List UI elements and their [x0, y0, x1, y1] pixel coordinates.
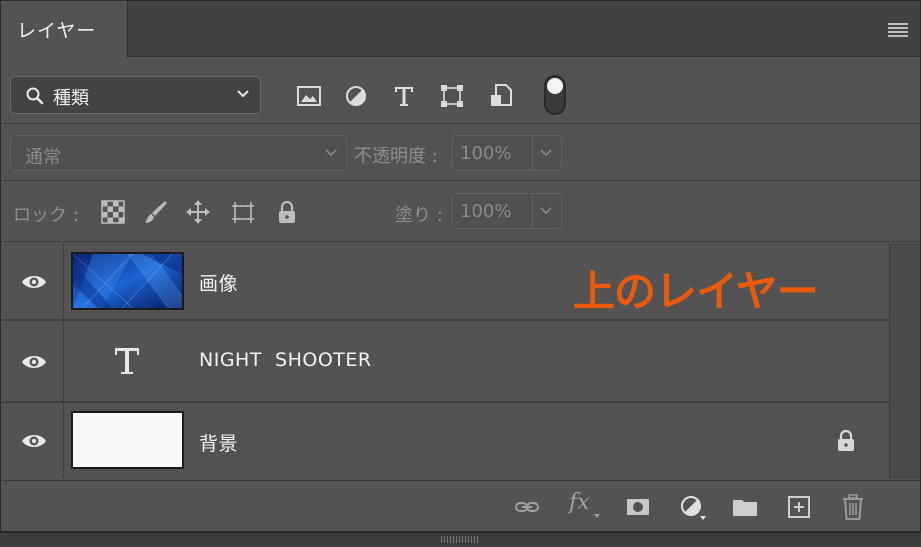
opacity-label: 不透明度 : — [354, 146, 438, 167]
lock-transparent-pixels-icon[interactable] — [100, 199, 126, 225]
chevron-down-icon[interactable] — [539, 206, 553, 216]
chevron-down-icon[interactable] — [539, 148, 553, 158]
layer-row-background[interactable]: 背景 — [2, 403, 889, 479]
lock-icon[interactable] — [835, 429, 857, 453]
blend-row: 通常 不透明度 : 100% — [1, 125, 920, 181]
adjustment-filter-icon[interactable] — [342, 82, 370, 110]
image-layer-thumbnail — [71, 252, 184, 310]
group-folder-icon[interactable] — [731, 493, 759, 521]
layer-name[interactable]: 画像 — [199, 269, 238, 296]
type-filter-icon[interactable] — [390, 82, 418, 110]
annotation-label: 上のレイヤー — [573, 267, 819, 316]
lock-label: ロック : — [13, 205, 79, 226]
lock-row: ロック : 塗り : 100% — [1, 182, 920, 242]
new-layer-icon[interactable] — [785, 493, 813, 521]
trash-icon[interactable] — [839, 493, 867, 521]
chevron-down-icon — [325, 149, 337, 157]
fill-label: 塗り : — [395, 205, 443, 226]
shape-filter-icon[interactable] — [438, 82, 466, 110]
panel-resize-bar[interactable] — [0, 531, 921, 547]
lock-image-pixels-icon[interactable] — [143, 199, 169, 225]
filter-row: 種類 — [1, 58, 920, 124]
visibility-cell — [2, 321, 64, 401]
panel-tab-bar: レイヤー — [1, 1, 920, 58]
lock-position-icon[interactable] — [185, 199, 211, 225]
image-filter-icon[interactable] — [295, 82, 323, 110]
lock-all-icon[interactable] — [274, 199, 300, 225]
fill-value: 100% — [460, 201, 512, 222]
layer-name[interactable]: NIGHT SHOOTER — [199, 349, 372, 371]
smart-object-filter-icon[interactable] — [487, 82, 515, 110]
background-layer-thumbnail — [71, 411, 184, 469]
type-layer-icon — [115, 348, 139, 374]
layers-scrollbar[interactable] — [889, 243, 920, 479]
chevron-down-icon — [237, 90, 249, 98]
fx-icon[interactable]: fx — [569, 490, 603, 518]
bottom-toolbar: fx — [2, 480, 920, 532]
visibility-cell — [2, 243, 64, 319]
eye-icon[interactable] — [21, 353, 47, 371]
eye-icon[interactable] — [21, 273, 47, 291]
search-icon — [26, 87, 44, 105]
panel-menu-icon[interactable] — [888, 23, 908, 37]
layer-name[interactable]: 背景 — [199, 429, 238, 456]
adjustment-layer-icon[interactable] — [678, 493, 706, 521]
kind-filter-label: 種類 — [53, 88, 89, 109]
layers-panel: レイヤー 種類 通常 不透明度: 100% ロック: 塗り: 100% 画… — [0, 0, 921, 547]
eye-icon[interactable] — [21, 432, 47, 450]
kind-filter-select[interactable]: 種類 — [10, 76, 261, 114]
filter-toggle[interactable] — [544, 75, 566, 115]
fx-label: fx — [569, 490, 590, 515]
blend-mode-value: 通常 — [25, 147, 61, 168]
visibility-cell — [2, 403, 64, 479]
lock-artboard-icon[interactable] — [230, 199, 256, 225]
opacity-field[interactable]: 100% — [452, 135, 562, 171]
link-layers-icon[interactable] — [513, 493, 541, 521]
resize-grip-icon[interactable] — [441, 536, 479, 543]
toggle-knob — [547, 78, 563, 94]
fill-field[interactable]: 100% — [452, 193, 562, 229]
blend-mode-select[interactable]: 通常 — [10, 135, 347, 171]
layer-row-text[interactable]: NIGHT SHOOTER — [2, 321, 889, 403]
opacity-value: 100% — [460, 143, 512, 164]
layer-mask-icon[interactable] — [624, 493, 652, 521]
tab-layers[interactable]: レイヤー — [1, 1, 128, 58]
